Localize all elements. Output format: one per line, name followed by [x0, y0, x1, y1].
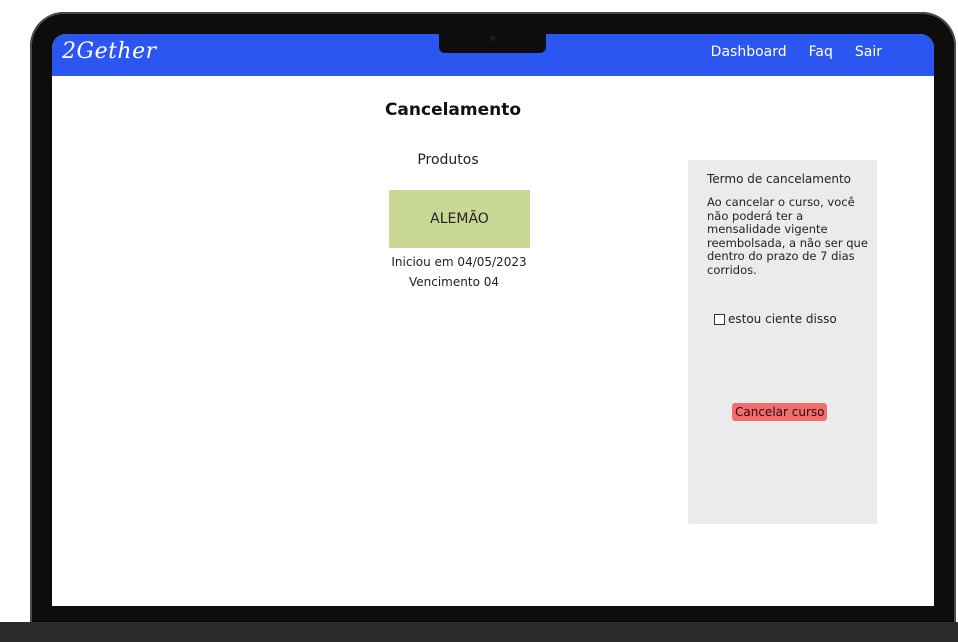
agree-checkbox-label[interactable]: estou ciente disso	[728, 312, 837, 326]
products-heading: Produtos	[417, 152, 479, 168]
laptop-base	[0, 622, 958, 642]
product-card[interactable]: ALEMÃO	[389, 190, 530, 248]
agree-row: estou ciente disso	[714, 312, 837, 326]
app-screen: 2Gether Dashboard Faq Sair Cancelamento …	[52, 34, 934, 606]
page-title: Cancelamento	[384, 100, 522, 120]
nav-link-dashboard[interactable]: Dashboard	[711, 44, 787, 60]
panel-title: Termo de cancelamento	[707, 172, 852, 186]
camera-icon	[490, 36, 495, 41]
product-name: ALEMÃO	[430, 211, 489, 227]
product-start-date: Iniciou em 04/05/2023	[391, 255, 527, 269]
nav-links: Dashboard Faq Sair	[711, 44, 882, 60]
brand-logo[interactable]: 2Gether	[62, 39, 157, 64]
terms-text: Ao cancelar o curso, você não poderá ter…	[707, 195, 868, 277]
nav-link-sair[interactable]: Sair	[855, 44, 882, 60]
product-due-date: Vencimento 04	[408, 275, 499, 289]
cancel-course-button[interactable]: Cancelar curso	[732, 403, 828, 421]
cancellation-terms-panel: Termo de cancelamento Ao cancelar o curs…	[688, 160, 877, 524]
agree-checkbox[interactable]	[714, 313, 725, 325]
nav-link-faq[interactable]: Faq	[809, 44, 833, 60]
